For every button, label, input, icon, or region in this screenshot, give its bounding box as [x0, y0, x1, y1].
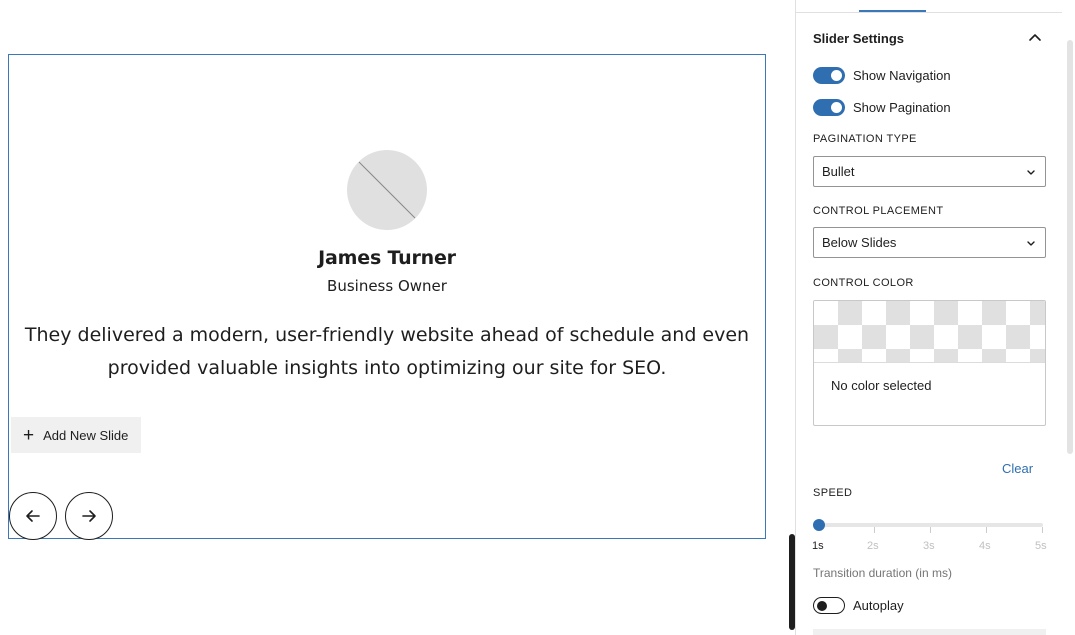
range-tick	[1042, 527, 1043, 533]
editor-canvas: James Turner Business Owner They deliver…	[0, 0, 790, 635]
show-pagination-toggle[interactable]	[813, 99, 845, 116]
settings-sidebar: Slider Settings Show Navigation Show Pag…	[795, 0, 1075, 635]
next-control-edge	[813, 629, 1046, 635]
slider-settings-title[interactable]: Slider Settings	[813, 31, 904, 46]
show-navigation-label: Show Navigation	[853, 68, 951, 83]
color-value-text: No color selected	[831, 378, 932, 393]
image-placeholder-icon	[358, 161, 416, 219]
show-pagination-row: Show Pagination	[813, 99, 951, 116]
speed-label: SPEED	[813, 487, 853, 499]
range-tick	[874, 527, 875, 533]
control-color-picker[interactable]: No color selected	[813, 300, 1046, 426]
autoplay-toggle[interactable]	[813, 597, 845, 614]
color-swatch-transparent	[814, 301, 1045, 363]
arrow-right-icon	[82, 510, 96, 522]
chevron-down-icon	[1027, 170, 1035, 175]
sidebar-scrollbar[interactable]	[1067, 40, 1073, 454]
speed-mark-1: 1s	[812, 540, 824, 552]
add-new-slide-button[interactable]: + Add New Slide	[11, 417, 141, 453]
speed-help-text: Transition duration (in ms)	[813, 566, 952, 580]
speed-mark-4: 4s	[979, 540, 991, 552]
plus-icon: +	[23, 424, 35, 446]
testimonial-slider-block[interactable]: James Turner Business Owner They deliver…	[8, 54, 766, 540]
avatar-placeholder[interactable]	[347, 150, 427, 230]
add-new-slide-label: Add New Slide	[43, 427, 129, 443]
control-placement-label: CONTROL PLACEMENT	[813, 205, 944, 217]
speed-mark-2: 2s	[867, 540, 879, 552]
speed-range-control[interactable]: 1s 2s 3s 4s 5s	[812, 514, 1047, 554]
clear-color-button[interactable]: Clear	[1002, 461, 1033, 476]
control-placement-value: Below Slides	[822, 235, 897, 250]
chevron-down-icon	[1027, 241, 1035, 246]
range-tick	[930, 527, 931, 533]
testimonial-role[interactable]: Business Owner	[9, 277, 765, 295]
speed-range-thumb[interactable]	[813, 519, 825, 531]
show-navigation-toggle[interactable]	[813, 67, 845, 84]
control-color-label: CONTROL COLOR	[813, 277, 914, 289]
speed-mark-3: 3s	[923, 540, 935, 552]
pagination-type-label: PAGINATION TYPE	[813, 133, 917, 145]
chevron-up-icon[interactable]	[1027, 30, 1043, 46]
sidebar-tabs	[796, 0, 1062, 13]
autoplay-label: Autoplay	[853, 598, 904, 613]
control-placement-select[interactable]: Below Slides	[813, 227, 1046, 258]
testimonial-quote[interactable]: They delivered a modern, user-friendly w…	[23, 319, 751, 385]
autoplay-row: Autoplay	[813, 597, 904, 614]
testimonial-name[interactable]: James Turner	[9, 247, 765, 269]
show-pagination-label: Show Pagination	[853, 100, 951, 115]
arrow-left-icon	[26, 510, 40, 522]
pagination-type-select[interactable]: Bullet	[813, 156, 1046, 187]
show-navigation-row: Show Navigation	[813, 67, 951, 84]
speed-mark-5: 5s	[1035, 540, 1047, 552]
active-tab-indicator[interactable]	[859, 10, 926, 12]
next-slide-button[interactable]	[65, 492, 113, 540]
pagination-type-value: Bullet	[822, 164, 855, 179]
previous-slide-button[interactable]	[9, 492, 57, 540]
range-tick	[986, 527, 987, 533]
